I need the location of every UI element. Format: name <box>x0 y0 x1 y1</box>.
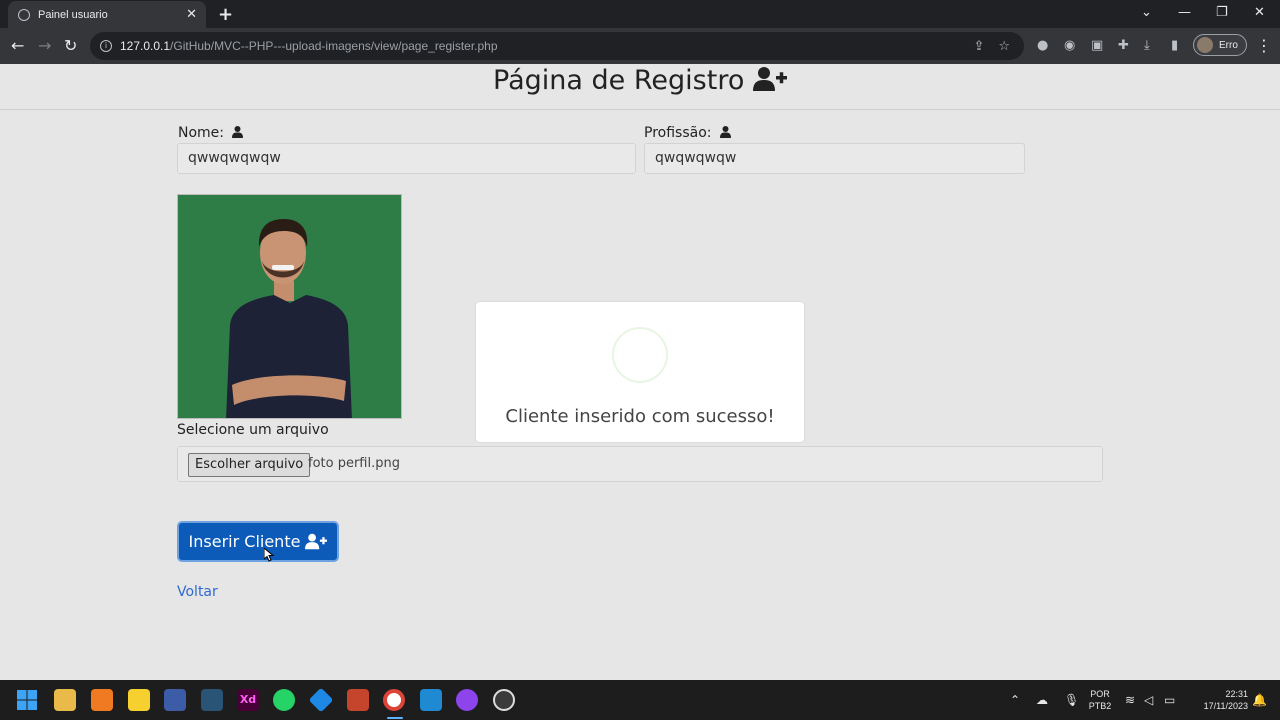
profile-label: Erro <box>1219 39 1238 51</box>
close-tab-icon[interactable]: ✕ <box>186 7 197 22</box>
forward-icon[interactable]: → <box>38 36 51 55</box>
page-content: Página de Registro Nome: qwwqwqwqw Profi… <box>0 64 1280 680</box>
obs-icon[interactable] <box>493 689 515 711</box>
xampp-icon[interactable] <box>91 689 113 711</box>
profile-photo-preview <box>177 194 402 419</box>
browser-tab-bar: Painel usuario ✕ + ⌄ — ❐ ✕ <box>0 0 1280 28</box>
user-icon <box>719 126 731 138</box>
extension-icon[interactable]: ● <box>1037 38 1048 53</box>
app-icon[interactable] <box>308 687 334 713</box>
profile-button[interactable]: Erro <box>1193 34 1247 56</box>
file-name: foto perfil.png <box>308 456 400 471</box>
share-icon[interactable]: ⇪ <box>973 39 984 54</box>
github-desktop-icon[interactable] <box>456 689 478 711</box>
user-icon <box>232 126 244 138</box>
file-input[interactable]: Escolher arquivo foto perfil.png <box>177 446 1103 482</box>
browser-tab[interactable]: Painel usuario ✕ <box>8 1 206 28</box>
insert-client-label: Inserir Cliente <box>188 532 301 551</box>
info-icon[interactable]: i <box>100 40 112 52</box>
page-title-text: Página de Registro <box>493 65 745 96</box>
page-title: Página de Registro <box>0 64 1280 98</box>
sticky-notes-icon[interactable] <box>128 689 150 711</box>
chrome-icon[interactable] <box>383 689 405 711</box>
file-explorer-icon[interactable] <box>54 689 76 711</box>
person-photo <box>178 195 401 418</box>
user-plus-icon <box>752 67 787 91</box>
language-indicator[interactable]: POR PTB2 <box>1087 688 1113 712</box>
notification-bell-icon[interactable]: 🔔 <box>1252 693 1267 707</box>
success-modal: Cliente inserido com sucesso! <box>476 302 804 442</box>
adobe-xd-icon[interactable]: Xd <box>237 689 259 711</box>
page-header: Página de Registro <box>0 64 1280 110</box>
network-app-icon[interactable] <box>164 689 186 711</box>
puzzle-icon[interactable]: ✚ <box>1118 38 1129 53</box>
vscode-icon[interactable] <box>420 689 442 711</box>
url-text[interactable]: 127.0.0.1/GitHub/MVC--PHP---upload-image… <box>120 39 973 53</box>
tab-search-icon[interactable]: ⌄ <box>1141 5 1152 20</box>
address-bar[interactable]: i 127.0.0.1/GitHub/MVC--PHP---upload-ima… <box>90 32 1024 60</box>
star-icon[interactable]: ☆ <box>998 39 1010 54</box>
insert-client-button[interactable]: Inserir Cliente <box>177 521 339 562</box>
extension-icon[interactable]: ◉ <box>1064 38 1075 53</box>
side-panel-icon[interactable]: ▮ <box>1171 38 1178 53</box>
file-label: Selecione um arquivo <box>177 422 329 438</box>
close-window-icon[interactable]: ✕ <box>1254 5 1265 20</box>
avatar <box>1197 37 1213 53</box>
minimize-icon[interactable]: — <box>1178 5 1191 20</box>
microphone-icon[interactable]: 🎙 <box>1064 693 1079 707</box>
windows-taskbar: Xd ⌃ ☁ 🎙 POR PTB2 ≋ ◁ ▭ 22:31 17/11/2023 🔔 <box>0 680 1280 720</box>
camera-icon[interactable]: ▣ <box>1091 38 1103 53</box>
name-input[interactable]: qwwqwqwqw <box>177 143 636 174</box>
reload-icon[interactable]: ↻ <box>64 36 77 55</box>
menu-icon[interactable]: ⋮ <box>1256 36 1272 55</box>
battery-icon[interactable]: ▭ <box>1164 693 1175 707</box>
browser-toolbar: ← → ↻ i 127.0.0.1/GitHub/MVC--PHP---uplo… <box>0 28 1280 64</box>
back-icon[interactable]: ← <box>11 36 24 55</box>
user-plus-icon <box>305 533 328 550</box>
choose-file-button[interactable]: Escolher arquivo <box>188 453 311 477</box>
mouse-cursor-icon <box>264 548 274 562</box>
success-message: Cliente inserido com sucesso! <box>505 406 775 427</box>
globe-icon <box>18 8 30 21</box>
back-link[interactable]: Voltar <box>177 584 218 600</box>
name-label: Nome: <box>178 125 244 141</box>
new-tab-icon[interactable]: + <box>218 4 233 25</box>
profession-label: Profissão: <box>644 125 731 141</box>
success-spinner-icon <box>612 327 668 383</box>
tab-title: Painel usuario <box>38 8 108 21</box>
windows-start-icon[interactable] <box>16 689 38 711</box>
download-icon[interactable]: ⤓ <box>1144 38 1150 53</box>
whatsapp-icon[interactable] <box>273 689 295 711</box>
volume-icon[interactable]: ◁ <box>1144 693 1153 707</box>
restore-icon[interactable]: ❐ <box>1216 5 1228 20</box>
clock[interactable]: 22:31 17/11/2023 <box>1188 688 1248 712</box>
chevron-up-icon[interactable]: ⌃ <box>1010 693 1020 707</box>
active-indicator <box>387 717 403 719</box>
app-icon[interactable] <box>347 689 369 711</box>
profession-input[interactable]: qwqwqwqw <box>644 143 1025 174</box>
mysql-workbench-icon[interactable] <box>201 689 223 711</box>
wifi-icon[interactable]: ≋ <box>1125 693 1135 707</box>
onedrive-icon[interactable]: ☁ <box>1036 693 1048 707</box>
